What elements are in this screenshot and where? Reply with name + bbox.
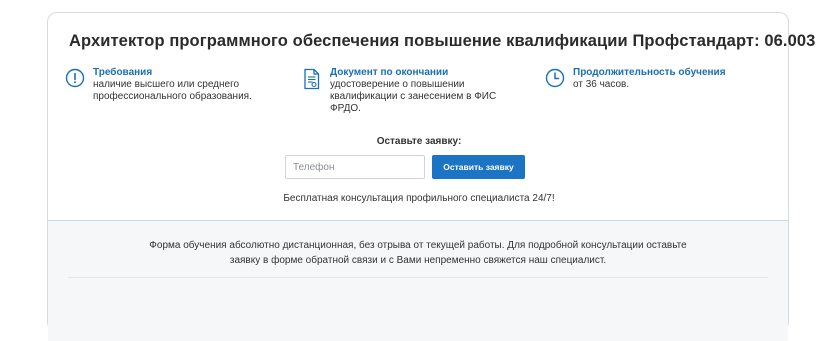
feature-document: Документ по окончании удостоверение о по… bbox=[302, 67, 515, 115]
clock-icon bbox=[545, 68, 565, 88]
feature-heading-document[interactable]: Документ по окончании bbox=[330, 67, 515, 79]
info-text: Форма обучения абсолютно дистанционная, … bbox=[149, 240, 687, 266]
phone-input[interactable] bbox=[285, 155, 425, 179]
feature-text-duration: от 36 часов. bbox=[573, 79, 630, 90]
info-section: Форма обучения абсолютно дистанционная, … bbox=[48, 221, 788, 341]
consultation-note: Бесплатная консультация профильного спец… bbox=[283, 193, 555, 204]
course-card: Архитектор программного обеспечения повы… bbox=[47, 12, 815, 341]
info-divider bbox=[68, 277, 768, 278]
feature-requirements: Требования наличие высшего или среднего … bbox=[65, 67, 273, 103]
feature-text-requirements: наличие высшего или среднего профессиона… bbox=[93, 79, 252, 102]
feature-heading-requirements[interactable]: Требования bbox=[93, 67, 273, 79]
feature-duration: Продолжительность обучения от 36 часов. bbox=[545, 67, 763, 91]
document-icon bbox=[302, 68, 322, 90]
submit-request-button[interactable]: Оставить заявку bbox=[432, 155, 525, 179]
request-form-label: Оставьте заявку: bbox=[376, 136, 462, 147]
feature-text-document: удостоверение о повышении квалификации с… bbox=[330, 79, 497, 114]
feature-heading-duration[interactable]: Продолжительность обучения bbox=[573, 67, 763, 79]
page-title: Архитектор программного обеспечения повы… bbox=[69, 32, 816, 50]
exclamation-circle-icon bbox=[65, 68, 85, 88]
